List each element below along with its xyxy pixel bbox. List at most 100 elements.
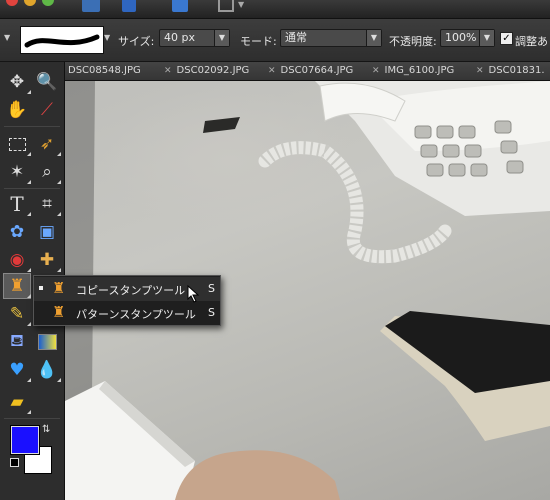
close-tab-icon[interactable]: ✕	[476, 66, 484, 76]
red-eye-icon: ◉	[9, 250, 25, 270]
menu-item-pattern-stamp[interactable]: ♜ パターンスタンプツール S	[34, 301, 220, 325]
tab-label: DSC07664.JPG	[280, 65, 354, 76]
document-tabs: DSC08548.JPG ✕ DSC02092.JPG ✕ DSC07664.JPG…	[65, 62, 550, 81]
magic-wand-icon: ✶	[9, 162, 25, 182]
close-window-button[interactable]	[6, 0, 18, 6]
clone-stamp-icon: ♜	[9, 276, 25, 296]
lasso-icon: ➶	[39, 134, 55, 154]
custom-shape-tool[interactable]: ✿	[4, 220, 30, 244]
foreground-color-swatch[interactable]	[10, 425, 40, 455]
adjust-checkbox[interactable]: ✓	[500, 32, 513, 45]
tab-label: IMG_6100.JPG	[384, 65, 455, 76]
window-title-bar: ▼	[0, 0, 550, 19]
layout-menu-chevron-icon[interactable]: ▼	[238, 0, 244, 9]
eyedropper-tool[interactable]: ⟋	[34, 98, 60, 122]
brush-picker-chevron-icon[interactable]: ▼	[104, 33, 110, 42]
brush-stroke-icon	[24, 34, 100, 48]
opacity-value: 100%	[445, 31, 477, 44]
tab-document-4[interactable]: ✕ IMG_6100.JPG	[368, 62, 473, 80]
healing-brush-icon: ✚	[39, 250, 55, 270]
brush-icon: ✎	[9, 304, 25, 324]
paint-bucket-tool[interactable]: ⛾	[4, 330, 30, 354]
red-eye-tool[interactable]: ◉	[4, 248, 31, 272]
toolbox-divider	[4, 418, 60, 419]
close-tab-icon[interactable]: ✕	[164, 66, 172, 76]
zoom-icon: 🔍	[36, 72, 58, 92]
toolbox-divider	[4, 188, 60, 189]
gradient-icon	[37, 334, 57, 350]
tab-label: DSC01831.	[488, 65, 545, 76]
size-label: サイズ:	[118, 35, 155, 48]
default-colors-icon[interactable]	[10, 458, 19, 467]
zoom-window-button[interactable]	[42, 0, 54, 6]
tool-options-bar: ▼ ▼ サイズ: 40 px ▼ モード: 通常 ▼ 不透明度: 100% ▼ …	[0, 19, 550, 62]
crop-tool[interactable]: ⌗	[34, 192, 61, 216]
blur-tool[interactable]: 💧	[34, 358, 61, 382]
tab-label: DSC02092.JPG	[176, 65, 250, 76]
type-icon: T	[10, 192, 24, 216]
brush-tool[interactable]: ✎	[4, 302, 31, 326]
opacity-label: 不透明度:	[389, 35, 437, 48]
paint-bucket-icon: ⛾	[10, 331, 24, 351]
blur-icon: 💧	[36, 360, 58, 380]
tab-document-3[interactable]: ✕ DSC07664.JPG	[264, 62, 369, 80]
crop-icon: ⌗	[42, 194, 52, 214]
shape-tool[interactable]: ♥	[4, 358, 31, 382]
close-tab-icon[interactable]: ✕	[268, 66, 276, 76]
menu-item-label: パターンスタンプツール	[76, 308, 196, 321]
sponge-tool[interactable]: ▰	[4, 390, 31, 414]
clone-stamp-icon: ♜	[52, 279, 66, 297]
magic-wand-tool[interactable]: ✶	[4, 160, 31, 184]
save-icon[interactable]	[122, 0, 136, 12]
hand-icon: ✋	[6, 100, 28, 120]
menu-item-label: コピースタンプツール	[76, 284, 186, 297]
mouse-pointer-icon	[187, 285, 200, 303]
zoom-tool[interactable]: 🔍	[34, 70, 60, 94]
gradient-tool[interactable]	[34, 330, 60, 354]
organizer-icon[interactable]	[82, 0, 100, 12]
mode-value: 通常	[285, 31, 307, 44]
tab-label: DSC08548.JPG	[68, 65, 141, 76]
custom-shape-icon: ✿	[9, 222, 25, 242]
healing-brush-tool[interactable]: ✚	[34, 248, 61, 272]
size-value: 40 px	[164, 31, 195, 44]
edit-icon[interactable]	[172, 0, 188, 12]
mode-label: モード:	[240, 35, 277, 48]
mode-select[interactable]: 通常 ▼	[280, 29, 382, 47]
size-dropdown-icon[interactable]: ▼	[214, 30, 229, 46]
tab-document-1[interactable]: DSC08548.JPG	[65, 62, 174, 80]
rectangular-marquee-icon	[8, 137, 26, 151]
size-field[interactable]: 40 px ▼	[159, 29, 230, 47]
lasso-tool[interactable]: ➶	[34, 132, 61, 156]
opacity-field[interactable]: 100% ▼	[440, 29, 495, 47]
recompose-tool[interactable]: ▣	[34, 220, 60, 244]
minimize-window-button[interactable]	[24, 0, 36, 6]
shape-icon: ♥	[9, 360, 25, 380]
tab-document-2[interactable]: ✕ DSC02092.JPG	[160, 62, 265, 80]
mode-dropdown-icon[interactable]: ▼	[366, 30, 381, 46]
selected-indicator-icon	[39, 286, 43, 290]
type-tool[interactable]: T	[4, 192, 31, 216]
menu-item-shortcut: S	[208, 306, 215, 319]
adjust-label: 調整あ	[515, 35, 548, 48]
close-tab-icon[interactable]: ✕	[372, 66, 380, 76]
clone-stamp-tool[interactable]: ♜	[3, 273, 31, 299]
toolbox-divider	[4, 126, 60, 127]
swap-colors-icon[interactable]: ⇅	[42, 424, 50, 435]
move-icon: ✥	[9, 72, 25, 92]
sponge-icon: ▰	[10, 392, 24, 412]
selection-brush-icon: ⌕	[42, 162, 52, 182]
tab-document-5[interactable]: ✕ DSC01831.	[472, 62, 550, 80]
recompose-icon: ▣	[38, 222, 56, 242]
eyedropper-icon: ⟋	[41, 100, 53, 120]
pattern-stamp-icon: ♜	[52, 303, 66, 321]
marquee-tool[interactable]	[4, 132, 31, 156]
brush-preview[interactable]	[20, 26, 104, 54]
layout-icon[interactable]	[218, 0, 234, 12]
opacity-dropdown-icon[interactable]: ▼	[479, 30, 494, 46]
tool-preset-chevron-icon[interactable]: ▼	[4, 33, 10, 42]
hand-tool[interactable]: ✋	[4, 98, 30, 122]
menu-item-shortcut: S	[208, 282, 215, 295]
move-tool[interactable]: ✥	[4, 70, 31, 94]
selection-brush-tool[interactable]: ⌕	[34, 160, 61, 184]
